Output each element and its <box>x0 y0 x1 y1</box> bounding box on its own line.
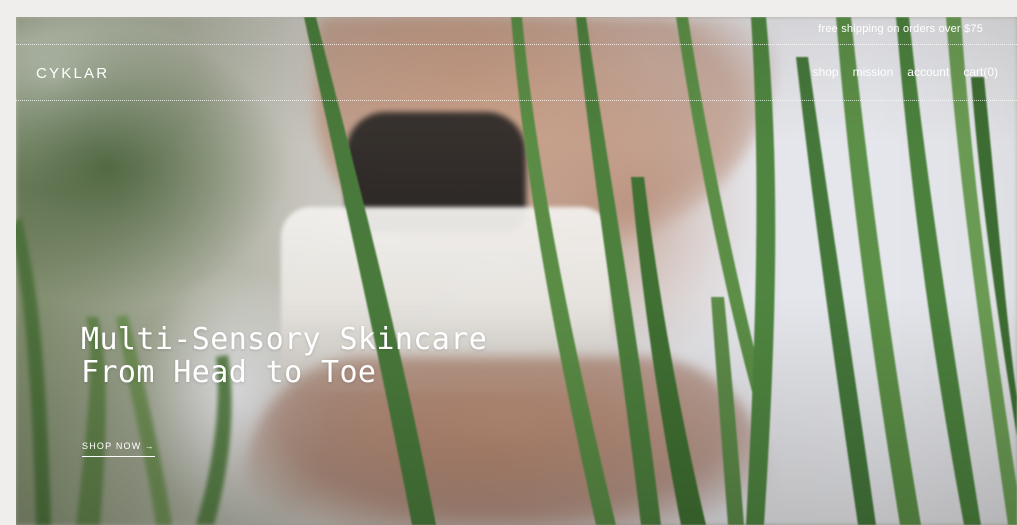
nav-mission-link[interactable]: mission <box>853 65 894 79</box>
free-shipping-banner: free shipping on orders over $75 <box>818 23 983 35</box>
brand-logo[interactable]: CYKLAR <box>36 65 109 82</box>
hero-section: free shipping on orders over $75 CYKLAR … <box>16 17 1017 525</box>
main-nav: shop mission account cart (0) <box>813 65 998 79</box>
hero-overlay-shade <box>16 17 1017 525</box>
hero-headline: Multi-Sensory Skincare From Head to Toe <box>81 323 487 389</box>
cart-label: cart <box>963 65 984 79</box>
header-divider-top <box>16 44 1017 45</box>
arrow-right-icon: → <box>144 441 155 451</box>
shop-now-button[interactable]: SHOP NOW → <box>82 441 155 457</box>
hero-headline-line-2: From Head to Toe <box>81 355 377 390</box>
shop-now-label: SHOP NOW <box>82 441 142 451</box>
cart-count: (0) <box>983 65 998 79</box>
hero-headline-line-1: Multi-Sensory Skincare <box>81 322 488 357</box>
nav-account-link[interactable]: account <box>907 65 949 79</box>
header-divider-bottom <box>16 100 1017 101</box>
nav-shop-link[interactable]: shop <box>813 65 839 79</box>
nav-cart-link[interactable]: cart (0) <box>963 65 998 79</box>
